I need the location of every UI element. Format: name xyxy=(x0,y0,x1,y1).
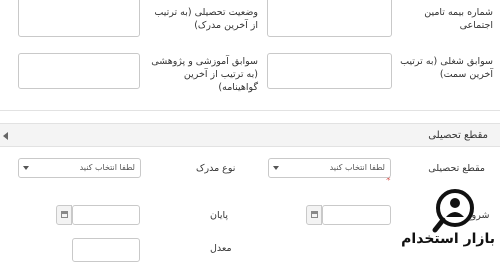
end-date-calendar-button[interactable] xyxy=(56,205,72,225)
training-research-history-textarea[interactable] xyxy=(18,53,140,89)
end-date-input[interactable] xyxy=(72,205,140,225)
degree-select-value: لطفا انتخاب کنید xyxy=(329,163,385,172)
section-title: مقطع تحصیلی xyxy=(428,130,488,141)
watermark-logo: بازار استخدام xyxy=(401,186,495,258)
gpa-input[interactable] xyxy=(72,238,140,262)
start-date-calendar-button[interactable] xyxy=(306,205,322,225)
calendar-icon xyxy=(61,211,68,218)
collapse-chevron-icon[interactable] xyxy=(3,132,8,140)
social-security-number-textarea[interactable] xyxy=(267,0,392,37)
gpa-label: معدل xyxy=(210,243,232,254)
document-type-select[interactable]: لطفا انتخاب کنید xyxy=(18,158,141,178)
divider xyxy=(0,110,500,111)
document-type-select-value: لطفا انتخاب کنید xyxy=(79,163,135,172)
degree-level-label: مقطع تحصیلی xyxy=(428,163,485,174)
education-status-textarea[interactable] xyxy=(18,0,140,37)
calendar-icon xyxy=(311,211,318,218)
document-type-label: نوع مدرک xyxy=(196,163,236,174)
end-date-label: پایان xyxy=(210,210,229,221)
chevron-down-icon xyxy=(23,166,29,170)
training-research-label: سوابق آموزشی و پژوهشی (به ترتیب از آخرین… xyxy=(151,56,258,93)
degree-level-select[interactable]: لطفا انتخاب کنید xyxy=(268,158,391,178)
chevron-down-icon xyxy=(273,166,279,170)
education-status-label: وضعیت تحصیلی (به ترتیب از آخرین مدرک) xyxy=(154,7,258,31)
education-section-header[interactable]: مقطع تحصیلی xyxy=(0,123,500,147)
social-security-label: شماره بیمه تامین اجتماعی xyxy=(424,7,493,31)
job-history-textarea[interactable] xyxy=(267,53,392,89)
job-history-label: سوابق شغلی (به ترتیب آخرین سمت) xyxy=(400,56,493,80)
watermark-text: بازار استخدام xyxy=(401,231,495,247)
start-date-input[interactable] xyxy=(322,205,391,225)
